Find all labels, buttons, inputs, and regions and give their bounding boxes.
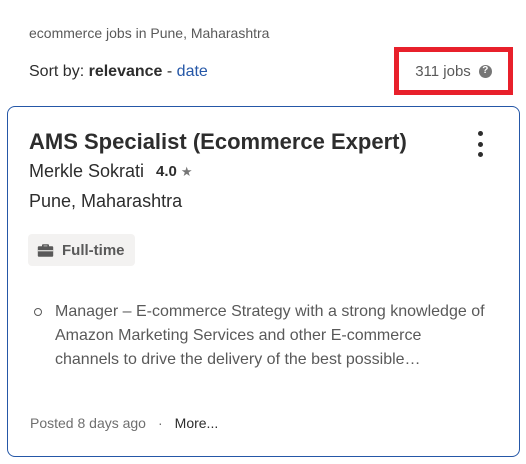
question-circle-icon[interactable]: ?: [478, 64, 492, 78]
star-icon: ★: [180, 163, 193, 179]
more-options-icon[interactable]: [470, 131, 490, 157]
bullet-icon: [34, 308, 42, 316]
job-count: 311 jobs: [415, 62, 471, 80]
briefcase-icon: [37, 244, 54, 257]
more-link[interactable]: More...: [175, 415, 219, 431]
job-type-label: Full-time: [62, 241, 125, 259]
company-rating: 4.0: [156, 163, 177, 180]
job-footer: Posted 8 days ago · More...: [30, 415, 218, 431]
job-snippet: Manager – E-commerce Strategy with a str…: [55, 303, 485, 368]
sort-options: Sort by: relevance - date: [29, 63, 208, 81]
company-name[interactable]: Merkle Sokrati: [29, 161, 144, 182]
job-location: Pune, Maharashtra: [29, 191, 183, 211]
company-row: Merkle Sokrati 4.0 ★: [29, 161, 193, 182]
sort-separator: -: [166, 63, 173, 80]
sort-relevance-option[interactable]: relevance: [89, 63, 163, 80]
sort-date-link[interactable]: date: [177, 63, 208, 80]
job-card[interactable]: AMS Specialist (Ecommerce Expert) Merkle…: [7, 106, 520, 457]
job-type-badge: Full-time: [28, 234, 135, 266]
posted-date: Posted 8 days ago: [30, 415, 146, 431]
footer-separator: ·: [157, 415, 163, 431]
search-context-text: ecommerce jobs in Pune, Maharashtra: [29, 25, 270, 41]
job-count-highlight: 311 jobs ?: [394, 47, 513, 95]
sort-label: Sort by:: [29, 63, 85, 80]
job-title[interactable]: AMS Specialist (Ecommerce Expert): [29, 129, 407, 155]
